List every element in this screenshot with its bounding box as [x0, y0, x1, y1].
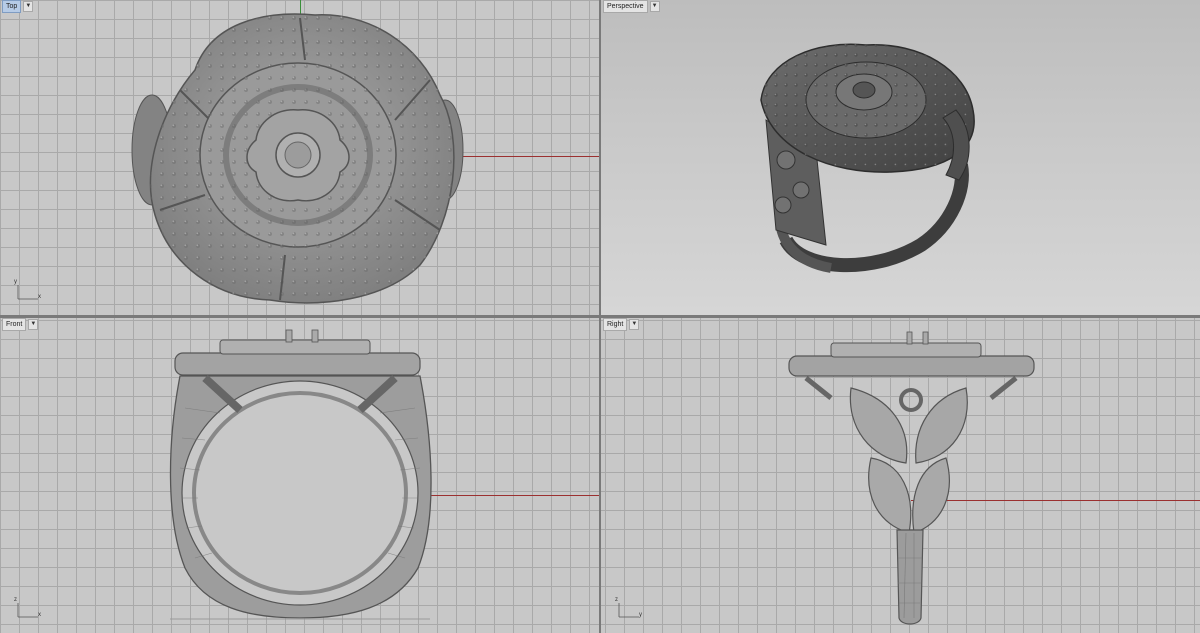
viewport-front[interactable]: Front ▼ x z — [0, 318, 599, 633]
chevron-down-icon[interactable]: ▼ — [23, 1, 34, 12]
viewport-right[interactable]: Right ▼ y z — [601, 318, 1200, 633]
ring-perspective-view[interactable] — [601, 0, 1200, 315]
ring-right-view[interactable] — [601, 318, 1200, 633]
axis-z-label: z — [615, 597, 618, 603]
viewport-name[interactable]: Perspective — [603, 0, 648, 13]
viewport-perspective[interactable]: Perspective ▼ — [601, 0, 1200, 315]
chevron-down-icon[interactable]: ▼ — [649, 1, 660, 12]
viewport-title-perspective[interactable]: Perspective ▼ — [603, 0, 660, 13]
axis-x-label: x — [38, 612, 41, 618]
axis-y-label: y — [14, 279, 17, 285]
axis-gizmo: x y — [14, 279, 44, 305]
axis-gizmo: x z — [14, 597, 44, 623]
ring-front-view[interactable] — [0, 318, 599, 633]
axis-z-label: z — [14, 597, 17, 603]
axis-x-label: x — [38, 294, 41, 300]
viewport-title-top[interactable]: Top ▼ — [2, 0, 34, 13]
viewport-name[interactable]: Right — [603, 318, 628, 331]
viewport-top[interactable]: Top ▼ x y — [0, 0, 599, 315]
axis-y-label: y — [639, 612, 642, 618]
chevron-down-icon[interactable]: ▼ — [28, 319, 39, 330]
viewport-splitter-horizontal[interactable] — [0, 315, 1200, 318]
ring-top-view[interactable] — [0, 0, 599, 315]
viewport-name[interactable]: Front — [2, 318, 27, 331]
viewport-title-front[interactable]: Front ▼ — [2, 318, 39, 331]
rhino-four-viewport-layout: Top ▼ x y Perspective ▼ Front ▼ x z Righ… — [0, 0, 1200, 633]
axis-gizmo: y z — [615, 597, 645, 623]
chevron-down-icon[interactable]: ▼ — [629, 319, 640, 330]
viewport-name[interactable]: Top — [2, 0, 22, 13]
viewport-title-right[interactable]: Right ▼ — [603, 318, 640, 331]
